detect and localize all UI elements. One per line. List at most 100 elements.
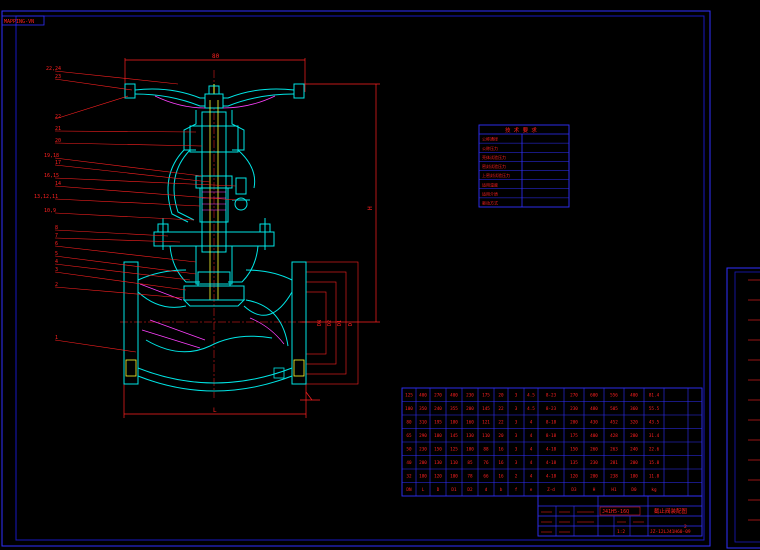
svg-text:8: 8 <box>55 225 58 231</box>
valve-body <box>123 261 307 392</box>
svg-text:1: 1 <box>55 335 58 341</box>
tech-requirements-table: 技 术 要 求 公称通径公称压力壳体试验压力密封试验压力上密封试验压力适用温度适… <box>478 124 570 208</box>
adjacent-sheet-border <box>726 267 760 549</box>
dim-table-cell: 135 <box>570 460 578 466</box>
title-model: J41H5-16Q <box>602 509 629 515</box>
dim-table-cell: 4-18 <box>546 460 557 466</box>
left-flange-bolt <box>125 359 137 377</box>
dim-table-cell: f <box>515 487 518 493</box>
dim-table-cell: 80 <box>406 420 412 426</box>
dim-table-cell: 50 <box>406 447 412 453</box>
dim-table-cell: b <box>500 487 503 493</box>
dim-table-cell: H1 <box>611 487 617 493</box>
inner-border <box>15 15 705 541</box>
dim-table-cell: 428 <box>610 433 618 439</box>
dim-table-cell: 3 <box>515 433 518 439</box>
leader-labels: 22,24 23 22 21 20 19,18 17 16,15 14 13,1… <box>34 66 61 341</box>
dim-table-cell: 65 <box>406 433 412 439</box>
dim-label-d: D <box>348 323 354 326</box>
dim-table-cell: 4 <box>530 447 533 453</box>
dim-table-cell: 400 <box>590 433 598 439</box>
dim-table-cell: 55.5 <box>649 406 660 412</box>
title-sheet-no: 2 <box>684 524 687 530</box>
dim-table-cell: 3 <box>515 460 518 466</box>
svg-text:23: 23 <box>55 74 61 80</box>
dim-table-cell: 240 <box>630 447 638 453</box>
dim-table-cell: 280 <box>630 433 638 439</box>
tech-req-row-label: 公称通径 <box>482 136 498 142</box>
dim-table-cell: 4.5 <box>527 406 535 412</box>
dim-table-cell: 43.5 <box>649 420 660 426</box>
dim-table-cell: kg <box>651 487 657 493</box>
dim-table-cell: 200 <box>630 460 638 466</box>
title-block: J41H5-16Q 截止阀装配图 JZ-12LJ41H60-09 1:2 2 <box>537 495 703 537</box>
dim-table-cell: 230 <box>590 460 598 466</box>
dim-table-cell: 120 <box>570 474 578 480</box>
dim-table-cell: 230 <box>466 393 474 399</box>
dim-table-cell: 270 <box>434 393 442 399</box>
dim-table-cell: 180 <box>419 474 427 480</box>
dim-table-cell: 4-18 <box>546 447 557 453</box>
dim-table-cell: 125 <box>450 447 458 453</box>
dim-table-cell: 20 <box>498 393 504 399</box>
dim-label-dn: DN <box>317 320 323 326</box>
dim-table-cell: 3 <box>515 393 518 399</box>
dim-table-cell: 4 <box>530 474 533 480</box>
height-dimension <box>300 83 380 323</box>
dim-table-cell: 8-23 <box>546 393 557 399</box>
tech-req-row-label: 公称压力 <box>482 145 498 151</box>
dim-table-cell: 8-18 <box>546 420 557 426</box>
dim-table-cell: 238 <box>610 474 618 480</box>
dim-table-cell: 81.4 <box>649 393 660 399</box>
dim-table-cell: 290 <box>419 433 427 439</box>
dim-table-cell: 4.5 <box>527 393 535 399</box>
dim-table-cell: D <box>437 487 440 493</box>
adjacent-sheet-inner <box>734 271 760 543</box>
dim-table-cell: 3 <box>515 447 518 453</box>
svg-text:22: 22 <box>55 114 61 120</box>
dim-table-cell: 400 <box>630 393 638 399</box>
dimension-table: 125 400 270 400 230 175 20 3 4.5 8-23 270 600 556 400… <box>401 387 703 497</box>
dim-table-cell: 180 <box>450 420 458 426</box>
svg-text:21: 21 <box>55 126 61 132</box>
dim-table-cell: 22 <box>498 420 504 426</box>
svg-text:4: 4 <box>55 259 58 265</box>
dim-table-cell: 85 <box>467 460 473 466</box>
svg-text:20: 20 <box>55 138 61 144</box>
dim-table-cell: D3 <box>571 487 577 493</box>
body-hatch-1 <box>141 329 201 349</box>
dim-table-cell: D2 <box>467 487 473 493</box>
dim-table-cell: 230 <box>570 406 578 412</box>
dim-table-cell: 145 <box>482 406 490 412</box>
yoke <box>167 110 256 253</box>
handwheel-hatch-right <box>222 95 276 109</box>
svg-text:10,9: 10,9 <box>44 208 56 214</box>
svg-text:16,15: 16,15 <box>44 173 59 179</box>
svg-text:3: 3 <box>55 267 58 273</box>
dim-table-cell: 200 <box>466 406 474 412</box>
dim-table-cell: e <box>530 488 533 493</box>
dim-label-d1: D1 <box>337 320 343 326</box>
dim-table-cell: 40 <box>406 460 412 466</box>
tech-req-title: 技 术 要 求 <box>505 126 537 134</box>
dim-table-cell: 130 <box>466 433 474 439</box>
dim-table-cell: 400 <box>419 393 427 399</box>
dim-table-cell: L <box>422 487 425 493</box>
dim-table-cell: 16 <box>498 460 504 466</box>
dim-table-cell: 121 <box>482 420 490 426</box>
dim-table-cell: 3 <box>515 406 518 412</box>
dim-table-cell: DN <box>406 487 412 493</box>
bottom-dim-label: L <box>213 407 217 414</box>
svg-text:6: 6 <box>55 241 58 247</box>
svg-text:5: 5 <box>55 251 58 257</box>
body-hatch-2 <box>149 319 206 341</box>
adjacent-sheet-rows <box>748 279 760 521</box>
dim-table-cell: 430 <box>590 420 598 426</box>
dim-table-cell: 263 <box>610 447 618 453</box>
dim-table-cell: 180 <box>630 474 638 480</box>
title-scale: 1:2 <box>617 529 625 535</box>
right-flange-bolt <box>293 359 305 377</box>
corner-tag: MAPPING-VN <box>4 19 34 25</box>
dim-table-cell: 100 <box>466 447 474 453</box>
svg-text:22,24: 22,24 <box>46 66 61 72</box>
